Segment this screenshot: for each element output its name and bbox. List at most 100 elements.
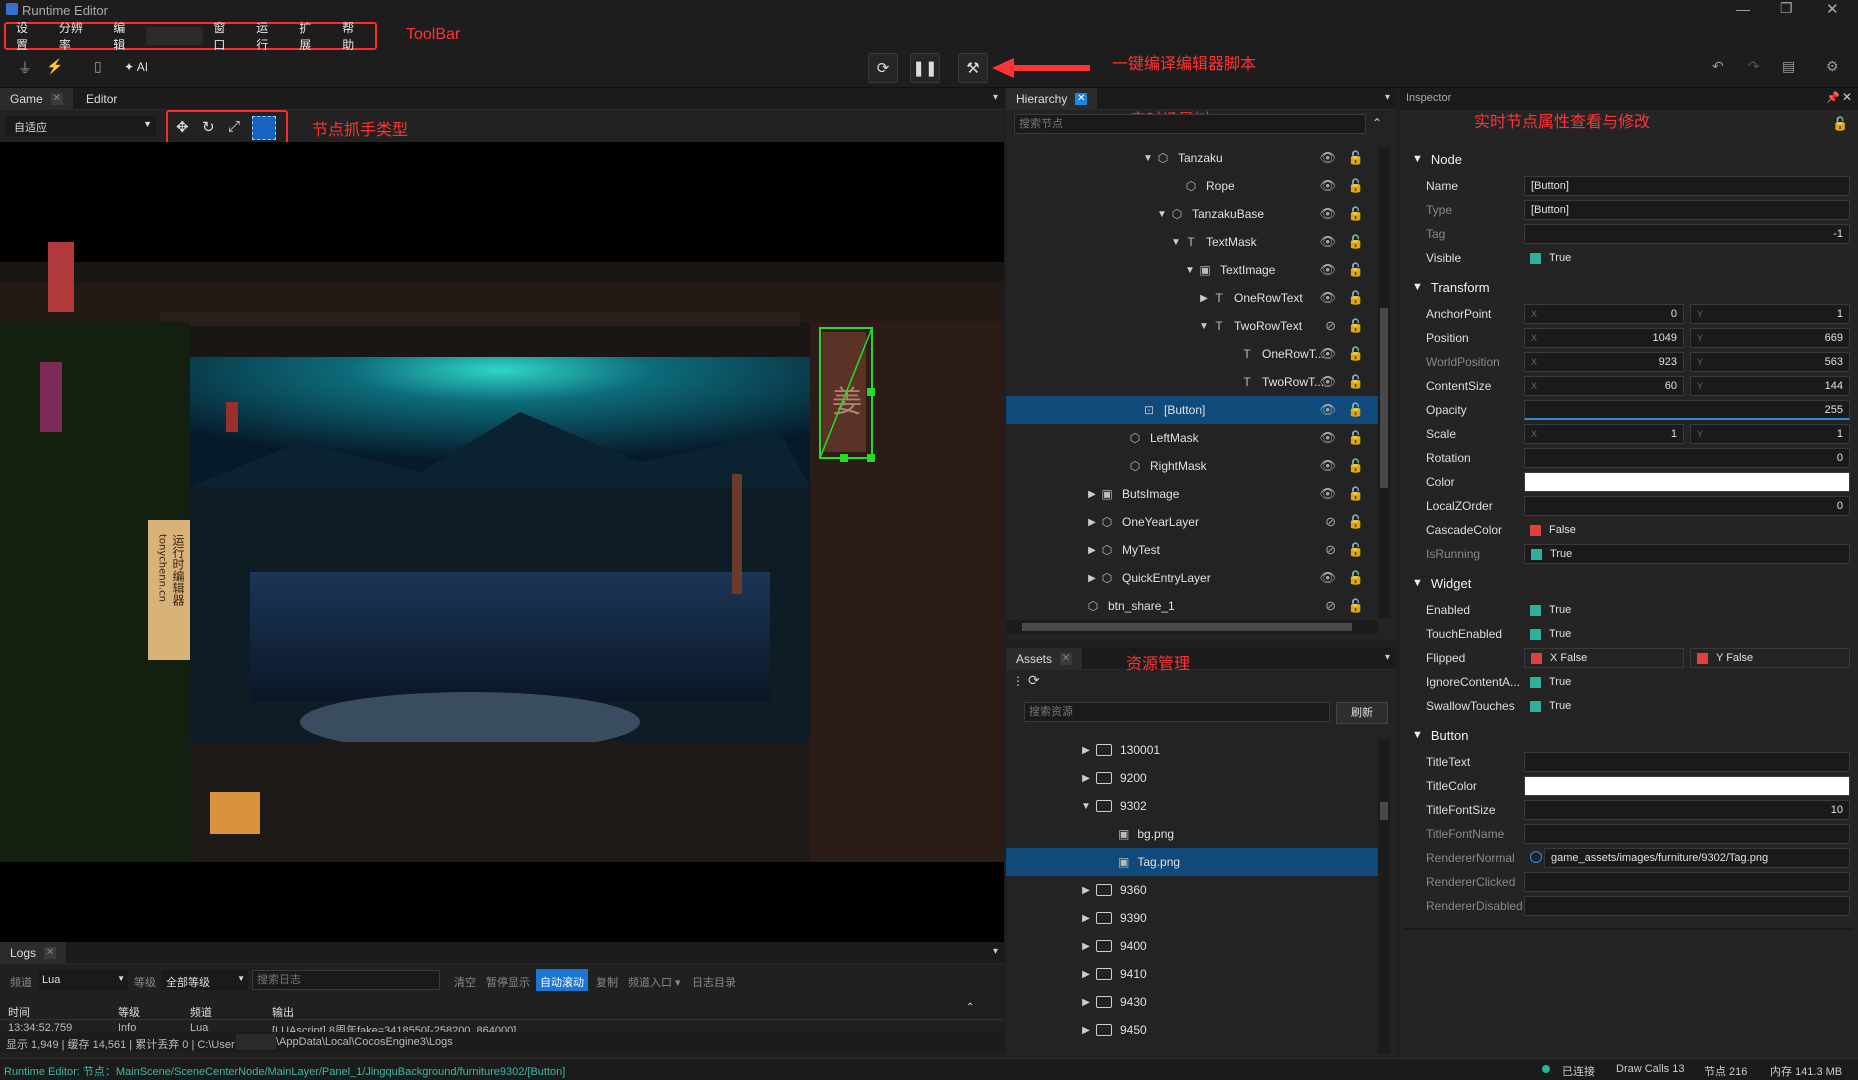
resize-handle-corner[interactable] [867, 454, 875, 462]
expand-arrow-icon[interactable]: ▼ [1170, 237, 1182, 248]
asset-item[interactable]: ▶ 9410 [1006, 960, 1378, 988]
visibility-eye-icon[interactable]: 👁 [1319, 430, 1336, 446]
anchor-x-field[interactable]: X0 [1524, 304, 1684, 324]
log-autoscroll-button[interactable]: 自动滚动 [536, 969, 588, 991]
tab-editor[interactable]: Editor [76, 88, 127, 110]
expand-arrow-icon[interactable]: ▶ [1086, 545, 1098, 556]
position-y-field[interactable]: Y 669 [1690, 328, 1850, 348]
refresh-icon[interactable]: ⟳ [1028, 672, 1040, 689]
refresh-button[interactable]: ⟳ [868, 53, 898, 83]
scrollbar-thumb[interactable] [1380, 802, 1388, 820]
expand-arrow-icon[interactable]: ▼ [1156, 209, 1168, 220]
asset-item[interactable]: ▶ 9390 [1006, 904, 1378, 932]
expand-arrow-icon[interactable]: ▼ [1142, 153, 1154, 164]
color-swatch[interactable] [1524, 472, 1850, 492]
hierarchy-node[interactable]: ⬡ RightMask 👁 🔓 [1006, 452, 1378, 480]
menu-help[interactable]: 帮助 [332, 19, 375, 53]
lock-icon[interactable]: 🔓 [1348, 290, 1364, 306]
expand-arrow-icon[interactable]: ▶ [1086, 517, 1098, 528]
undo-icon[interactable]: ↶ [1712, 58, 1724, 75]
scroll-up-icon[interactable]: ⌃ [966, 1002, 974, 1013]
asset-item[interactable]: ▣ Tag.png [1006, 848, 1378, 876]
hierarchy-node[interactable]: ▶ T OneRowText 👁 🔓 [1006, 284, 1378, 312]
assets-scrollbar[interactable] [1378, 740, 1390, 1054]
collapse-icon[interactable]: ⌃ [1372, 116, 1382, 130]
asset-item[interactable]: ▶ 9400 [1006, 932, 1378, 960]
log-copy-button[interactable]: 复制 [596, 974, 618, 990]
title-font-field[interactable] [1524, 824, 1850, 844]
cascade-toggle[interactable]: False [1524, 520, 1850, 540]
asset-item[interactable]: ▶ 9200 [1006, 764, 1378, 792]
title-size-field[interactable]: 10 [1524, 800, 1850, 820]
expand-arrow-icon[interactable]: ▼ [1184, 265, 1196, 276]
log-clear-button[interactable]: 清空 [454, 974, 476, 990]
section-widget[interactable]: ▼ Widget [1404, 570, 1850, 596]
compile-button[interactable]: ⚒ [958, 53, 988, 83]
close-icon[interactable]: ✕ [44, 947, 57, 959]
swallow-toggle[interactable]: True [1524, 696, 1850, 716]
expand-arrow-icon[interactable]: ▶ [1080, 969, 1092, 980]
expand-arrow-icon[interactable]: ▼ [1080, 801, 1092, 812]
name-field[interactable]: [Button] [1524, 176, 1850, 196]
enabled-toggle[interactable]: True [1524, 600, 1850, 620]
opacity-slider[interactable]: 255 [1524, 400, 1850, 420]
hierarchy-node[interactable]: ▼ ⬡ TanzakuBase 👁 🔓 [1006, 200, 1378, 228]
hierarchy-node[interactable]: ▼ T TwoRowText ⊘ 🔓 [1006, 312, 1378, 340]
visibility-eye-icon[interactable]: 👁 [1319, 570, 1336, 586]
hierarchy-hscrollbar[interactable] [1006, 620, 1378, 634]
visibility-eye-icon[interactable]: 👁 [1319, 206, 1336, 222]
hierarchy-scrollbar[interactable] [1378, 148, 1390, 618]
expand-arrow-icon[interactable]: ▶ [1198, 293, 1210, 304]
ignore-toggle[interactable]: True [1524, 672, 1850, 692]
menu-settings[interactable]: 设置 [6, 19, 49, 53]
tab-hierarchy[interactable]: Hierarchy ✕ [1006, 88, 1098, 110]
tab-logs[interactable]: Logs ✕ [0, 942, 67, 964]
assets-refresh-button[interactable]: 刷新 [1336, 702, 1388, 724]
hierarchy-node[interactable]: ▼ ⬡ Tanzaku 👁 🔓 [1006, 144, 1378, 172]
tab-game[interactable]: Game ✕ [0, 88, 73, 110]
title-color-swatch[interactable] [1524, 776, 1850, 796]
lock-icon[interactable]: 🔓 [1348, 430, 1364, 446]
rect-icon[interactable] [252, 116, 276, 140]
visibility-eye-icon[interactable]: 👁 [1319, 486, 1336, 502]
expand-arrow-icon[interactable]: ▶ [1080, 997, 1092, 1008]
expand-arrow-icon[interactable]: ▶ [1080, 885, 1092, 896]
visibility-eye-icon[interactable]: 👁 [1319, 262, 1336, 278]
assets-search-input[interactable] [1024, 702, 1330, 722]
panel-menu-icon[interactable]: ▾ [993, 92, 998, 103]
pin-icon[interactable]: 📌 [1826, 91, 1840, 104]
lock-icon[interactable]: 🔓 [1348, 262, 1364, 278]
hierarchy-node[interactable]: ▶ ⬡ QuickEntryLayer 👁 🔓 [1006, 564, 1378, 592]
close-icon[interactable]: ✕ [50, 93, 63, 105]
lock-icon[interactable]: 🔓 [1348, 178, 1364, 194]
flip-y-toggle[interactable]: Y False [1690, 648, 1850, 668]
target-icon[interactable] [1530, 851, 1542, 863]
panel-menu-icon[interactable]: ▾ [1385, 652, 1390, 663]
renderer-clicked-field[interactable] [1524, 872, 1850, 892]
document-icon[interactable]: ▯ [94, 58, 102, 75]
lock-icon[interactable]: 🔓 [1348, 514, 1364, 530]
visibility-eye-icon[interactable]: ⊘ [1325, 542, 1336, 558]
resolution-select[interactable]: 自适应 ▼ [6, 116, 156, 136]
scene-viewport[interactable]: 运行时编辑器 tonychenn.cn 姜 [0, 142, 1004, 942]
asset-item[interactable]: ▼ 9302 [1006, 792, 1378, 820]
panel-menu-icon[interactable]: ▾ [1385, 92, 1390, 103]
log-channel-entry-button[interactable]: 频道入口 ▾ [628, 974, 681, 990]
rotation-field[interactable]: 0 [1524, 448, 1850, 468]
pause-button[interactable]: ❚❚ [910, 53, 940, 83]
hierarchy-node[interactable]: ▶ ⬡ OneYearLayer ⊘ 🔓 [1006, 508, 1378, 536]
lock-icon[interactable]: 🔓 [1348, 318, 1364, 334]
menu-run[interactable]: 运行 [246, 19, 289, 53]
zorder-field[interactable]: 0 [1524, 496, 1850, 516]
tab-assets[interactable]: Assets ✕ [1006, 648, 1083, 670]
expand-arrow-icon[interactable]: ▶ [1080, 1025, 1092, 1036]
panel-menu-icon[interactable]: ▾ [993, 946, 998, 957]
visibility-eye-icon[interactable]: 👁 [1319, 374, 1336, 390]
visibility-eye-icon[interactable]: 👁 [1319, 150, 1336, 166]
expand-arrow-icon[interactable]: ▶ [1080, 913, 1092, 924]
lock-icon[interactable]: 🔓 [1348, 570, 1364, 586]
lock-icon[interactable]: 🔓 [1348, 598, 1364, 614]
hierarchy-node[interactable]: ⬡ btn_share_1 ⊘ 🔓 [1006, 592, 1378, 616]
asset-item[interactable]: ▶ 9450 [1006, 1016, 1378, 1044]
size-y-field[interactable]: Y 144 [1690, 376, 1850, 396]
